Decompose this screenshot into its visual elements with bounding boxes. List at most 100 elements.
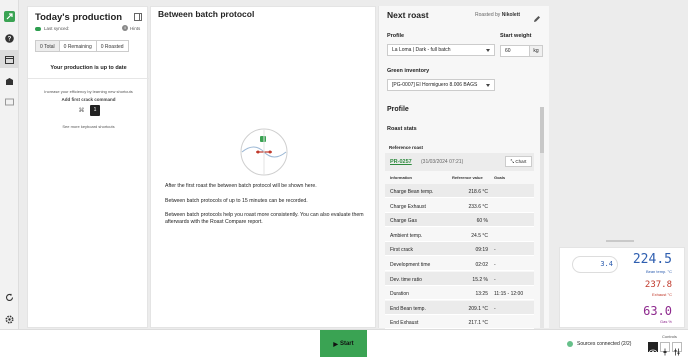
hints-toggle[interactable]: i Hints (122, 25, 140, 31)
sliders-control-icon[interactable] (672, 342, 682, 356)
between-batch-line-2: Between batch protocols of up to 15 minu… (165, 198, 308, 204)
table-row: Charge Bean temp. 218.6 °C (385, 184, 534, 198)
chart-button[interactable]: ⤡ Chart (505, 156, 532, 167)
row-information: Dev. time ratio (390, 276, 422, 283)
exhaust-value: 237.8 (644, 280, 672, 290)
table-row: Dev. time ratio 15.2 % - (385, 271, 534, 286)
row-reference-value: 209.1 °C (468, 305, 488, 312)
row-information: Charge Exhaust (390, 203, 426, 210)
production-tabs: 0 Total 0 Remaining 0 Roasted (35, 40, 129, 52)
between-batch-panel: Between batch protocol After the first r… (150, 6, 376, 328)
leaf-logo-icon[interactable] (3, 10, 16, 23)
column-header-goals: Goals (494, 175, 506, 180)
chevron-down-icon (486, 49, 490, 52)
inventory-icon[interactable] (3, 75, 16, 88)
between-batch-line-1: After the first roast the between batch … (165, 183, 317, 189)
tab-roasted[interactable]: 0 Roasted (96, 40, 129, 52)
live-readouts: 3.4 224.5 Bean temp. °C 237.8 Exhaust °C… (559, 247, 685, 328)
efficiency-tip: Increase your efficiency by learning new… (44, 89, 133, 94)
start-weight-input[interactable]: 60 (500, 45, 530, 57)
more-shortcuts-link[interactable]: See more keyboard shortcuts (28, 124, 149, 129)
row-information: Duration (390, 291, 409, 298)
help-icon[interactable]: ? (3, 32, 16, 45)
reference-roast-link[interactable]: PR-0257 (390, 159, 412, 165)
table-row: Ambient temp. 24.5 °C (385, 228, 534, 242)
sources-status: Sources connected (2/2) (567, 341, 631, 347)
row-reference-value: 24.5 °C (471, 232, 488, 239)
start-label: Start (339, 341, 354, 347)
sync-status-text: Last synced: (44, 26, 70, 31)
start-weight-label: Start weight (500, 33, 532, 39)
row-goal: - (494, 262, 496, 268)
row-information: First crack (390, 247, 414, 254)
roasted-by-label: Roasted by (475, 12, 501, 18)
collapse-panel-icon[interactable] (134, 13, 142, 21)
reference-roast-date: (31/03/2024 07:21) (421, 159, 464, 165)
gas-value: 63.0 (643, 304, 672, 318)
profile-section-title: Profile (387, 106, 409, 113)
weight-unit: kg (529, 45, 543, 57)
production-icon[interactable] (0, 50, 19, 68)
row-goal: 11:15 - 12:00 (494, 291, 524, 298)
row-information: Ambient temp. (390, 232, 423, 239)
table-row: First crack 09:19- (385, 242, 534, 257)
sync-status: Last synced: (35, 26, 69, 31)
ror-value: 3.4 (600, 260, 613, 268)
between-batch-line-3: Between batch protocols help you roast m… (165, 212, 364, 225)
between-batch-title: Between batch protocol (158, 9, 255, 19)
table-row: Charge Gas 60 % (385, 213, 534, 228)
chart-icon: ⤡ (510, 159, 515, 164)
readout-scroll-handle[interactable] (606, 240, 634, 242)
connected-dot-icon (567, 341, 573, 347)
production-panel: Today's production Last synced: i Hints … (27, 6, 149, 328)
ror-readout: 3.4 (572, 256, 618, 273)
row-information: Charge Gas (390, 218, 417, 225)
profile-select-value: La Loma | Dark - full batch (392, 47, 451, 53)
row-goal: - (494, 276, 496, 283)
row-goal: - (494, 305, 496, 312)
tab-remaining[interactable]: 0 Remaining (59, 40, 97, 52)
green-inventory-label: Green inventory (387, 68, 430, 74)
controls-label: Controls (662, 334, 677, 339)
play-icon: ▶ (333, 341, 338, 348)
bean-temp-caption: Bean temp. °C (645, 269, 672, 274)
row-reference-value: 15.2 % (472, 276, 488, 283)
eye-toggle-icon[interactable] (648, 342, 658, 355)
table-row: End Bean temp. 209.1 °C - (385, 300, 534, 315)
green-inventory-select[interactable]: [PG-0007] El Hormiguero 8.006 BAGS (387, 79, 495, 91)
messages-icon[interactable] (3, 96, 16, 109)
bean-temp-value: 224.5 (632, 252, 672, 267)
row-goal: - (494, 247, 496, 254)
row-reference-value: 233.6 °C (468, 203, 488, 210)
cloud-icon (35, 26, 41, 31)
start-button[interactable]: ▶ Start (320, 330, 367, 357)
hints-label: Hints (130, 25, 141, 31)
column-header-information: Information (390, 175, 412, 180)
row-reference-value: 09:19 (475, 247, 488, 254)
exhaust-caption: Exhaust °C (651, 292, 672, 297)
chart-button-label: Chart (515, 159, 527, 164)
row-information: Charge Bean temp. (390, 189, 434, 195)
sync-icon[interactable] (3, 291, 16, 304)
edit-pencil-icon[interactable] (533, 10, 541, 22)
row-reference-value: 02:02 (475, 262, 488, 268)
slider-control-icon[interactable] (660, 342, 670, 356)
command-key-icon: ⌘ (78, 108, 85, 114)
table-row: Charge Exhaust 233.6 °C (385, 199, 534, 213)
row-reference-value: 60 % (476, 218, 488, 225)
table-row: Development time 02:02- (385, 257, 534, 271)
shortcut-keys: ⌘ 1 (77, 105, 100, 116)
key-one: 1 (90, 105, 100, 116)
roasted-by: Roasted by Nikolett (475, 12, 520, 18)
between-batch-illustration (240, 128, 288, 176)
row-information: Development time (390, 262, 431, 268)
panel-scrollbar[interactable] (540, 107, 544, 328)
first-crack-shortcut-label: Add first crack command (61, 97, 116, 102)
profile-select[interactable]: La Loma | Dark - full batch (387, 44, 495, 56)
bottom-bar: ▶ Start Sources connected (2/2) Controls (0, 329, 688, 357)
scrollbar-thumb[interactable] (540, 107, 544, 153)
chevron-down-icon (486, 84, 490, 87)
reference-roast-label: Reference roast (389, 145, 424, 150)
tab-total[interactable]: 0 Total (35, 40, 60, 52)
settings-icon[interactable] (3, 313, 16, 326)
